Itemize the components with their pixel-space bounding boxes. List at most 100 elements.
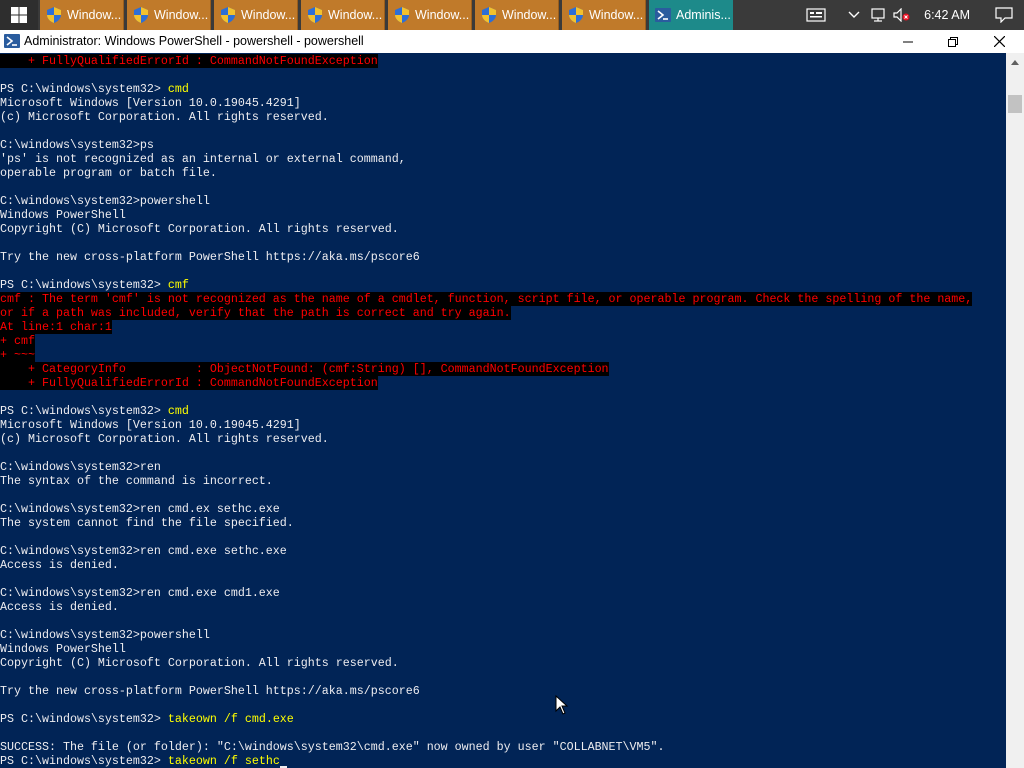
prompt-text: PS C:\windows\system32> [0, 404, 168, 418]
shield-icon [569, 7, 583, 23]
console-line: 'ps' is not recognized as an internal or… [0, 152, 406, 166]
console-line: C:\windows\system32>ren [0, 460, 161, 474]
taskbar-button[interactable]: Window... [388, 0, 472, 30]
taskbar-button[interactable]: Window... [214, 0, 298, 30]
taskbar-button-label: Window... [328, 8, 383, 22]
windows-logo-icon [11, 7, 27, 23]
console-line: + FullyQualifiedErrorId : CommandNotFoun… [0, 54, 378, 68]
minimize-button[interactable] [885, 30, 931, 53]
error-text: cmf : The term 'cmf' is not recognized a… [0, 292, 973, 306]
console-line: operable program or batch file. [0, 166, 217, 180]
console-output[interactable]: + FullyQualifiedErrorId : CommandNotFoun… [0, 53, 1006, 768]
taskbar-button-label: Window... [415, 8, 470, 22]
vertical-scrollbar[interactable] [1006, 53, 1024, 768]
console-line: Access is denied. [0, 600, 119, 614]
command-text: cmd [167, 82, 189, 96]
console-line: SUCCESS: The file (or folder): "C:\windo… [0, 740, 665, 754]
shield-icon [134, 7, 148, 23]
console-line: cmf : The term 'cmf' is not recognized a… [0, 292, 973, 306]
console-line: Copyright (C) Microsoft Corporation. All… [0, 222, 399, 236]
console-line: or if a path was included, verify that t… [0, 306, 511, 320]
taskbar-button[interactable]: Window... [301, 0, 385, 30]
console-line: (c) Microsoft Corporation. All rights re… [0, 432, 329, 446]
window-title: Administrator: Windows PowerShell - powe… [24, 34, 364, 48]
error-text: + FullyQualifiedErrorId : CommandNotFoun… [0, 376, 378, 390]
taskbar-button[interactable]: Adminis... [649, 0, 733, 30]
scroll-up-icon[interactable] [1006, 53, 1024, 71]
console-line: C:\windows\system32>ren cmd.ex sethc.exe [0, 502, 280, 516]
console-line: The system cannot find the file specifie… [0, 516, 294, 530]
console-line: PS C:\windows\system32> cmd [0, 404, 189, 418]
console-line: C:\windows\system32>powershell [0, 194, 210, 208]
clock[interactable]: 6:42 AM [924, 8, 970, 22]
taskbar-button[interactable]: Window... [40, 0, 124, 30]
input-indicator-icon[interactable] [804, 0, 828, 30]
console-line: C:\windows\system32>ren cmd.exe sethc.ex… [0, 544, 287, 558]
error-text: + ~~~ [0, 348, 35, 362]
console-line: C:\windows\system32>powershell [0, 628, 210, 642]
shield-icon [308, 7, 322, 23]
window-titlebar[interactable]: Administrator: Windows PowerShell - powe… [0, 30, 1024, 53]
error-text: + cmf [0, 334, 35, 348]
console-line: + FullyQualifiedErrorId : CommandNotFoun… [0, 376, 378, 390]
taskbar-button-label: Window... [241, 8, 296, 22]
command-text: takeown /f cmd.exe [167, 712, 294, 726]
console-line: + cmf [0, 334, 35, 348]
shield-icon [221, 7, 235, 23]
taskbar-button-label: Window... [502, 8, 557, 22]
taskbar-button-label: Window... [589, 8, 644, 22]
error-text: + FullyQualifiedErrorId : CommandNotFoun… [0, 54, 378, 68]
shield-icon [395, 7, 409, 23]
scroll-thumb[interactable] [1008, 95, 1022, 113]
shield-icon [47, 7, 61, 23]
console-line: C:\windows\system32>ren cmd.exe cmd1.exe [0, 586, 280, 600]
taskbar-button[interactable]: Window... [475, 0, 559, 30]
error-text: + CategoryInfo : ObjectNotFound: (cmf:St… [0, 362, 609, 376]
taskbar-button-label: Adminis... [676, 8, 731, 22]
console-line: Access is denied. [0, 558, 119, 572]
system-tray: 6:42 AM [804, 0, 1024, 30]
console-line: PS C:\windows\system32> takeown /f cmd.e… [0, 712, 294, 726]
close-button[interactable] [976, 30, 1022, 53]
taskbar-button-label: Window... [154, 8, 209, 22]
powershell-icon [655, 8, 671, 22]
taskbar-button-label: Window... [67, 8, 122, 22]
console-line: PS C:\windows\system32> cmd [0, 82, 189, 96]
console-line: C:\windows\system32>ps [0, 138, 154, 152]
command-text: takeown /f sethc [167, 754, 280, 768]
prompt-text: PS C:\windows\system32> [0, 278, 168, 292]
chevron-up-icon[interactable] [842, 0, 866, 30]
console-line: PS C:\windows\system32> cmf [0, 278, 189, 292]
console-line: The syntax of the command is incorrect. [0, 474, 273, 488]
console-line: At line:1 char:1 [0, 320, 112, 334]
restore-button[interactable] [930, 30, 976, 53]
console-line: Windows PowerShell [0, 642, 126, 656]
volume-muted-icon[interactable] [890, 0, 914, 30]
prompt-text: PS C:\windows\system32> [0, 754, 168, 768]
console-line: + ~~~ [0, 348, 35, 362]
mouse-pointer-icon [555, 695, 569, 715]
console-line: Copyright (C) Microsoft Corporation. All… [0, 656, 399, 670]
powershell-icon [4, 34, 20, 48]
console-line: Windows PowerShell [0, 208, 126, 222]
command-text: cmd [167, 404, 189, 418]
console-line: PS C:\windows\system32> takeown /f sethc [0, 754, 287, 768]
start-button[interactable] [0, 0, 38, 30]
action-center-icon[interactable] [984, 0, 1024, 30]
taskbar-button[interactable]: Window... [562, 0, 646, 30]
console-line: Try the new cross-platform PowerShell ht… [0, 684, 420, 698]
error-text: At line:1 char:1 [0, 320, 112, 334]
taskbar-button[interactable]: Window... [127, 0, 211, 30]
console-line: (c) Microsoft Corporation. All rights re… [0, 110, 329, 124]
console-line: + CategoryInfo : ObjectNotFound: (cmf:St… [0, 362, 609, 376]
error-text: or if a path was included, verify that t… [0, 306, 511, 320]
command-text: cmf [167, 278, 189, 292]
console-line: Try the new cross-platform PowerShell ht… [0, 250, 420, 264]
prompt-text: PS C:\windows\system32> [0, 82, 168, 96]
taskbar: Window... Window... Window... Window... Wind… [0, 0, 1024, 30]
prompt-text: PS C:\windows\system32> [0, 712, 168, 726]
console-line: Microsoft Windows [Version 10.0.19045.42… [0, 96, 301, 110]
network-icon[interactable] [866, 0, 890, 30]
console-line: Microsoft Windows [Version 10.0.19045.42… [0, 418, 301, 432]
shield-icon [482, 7, 496, 23]
